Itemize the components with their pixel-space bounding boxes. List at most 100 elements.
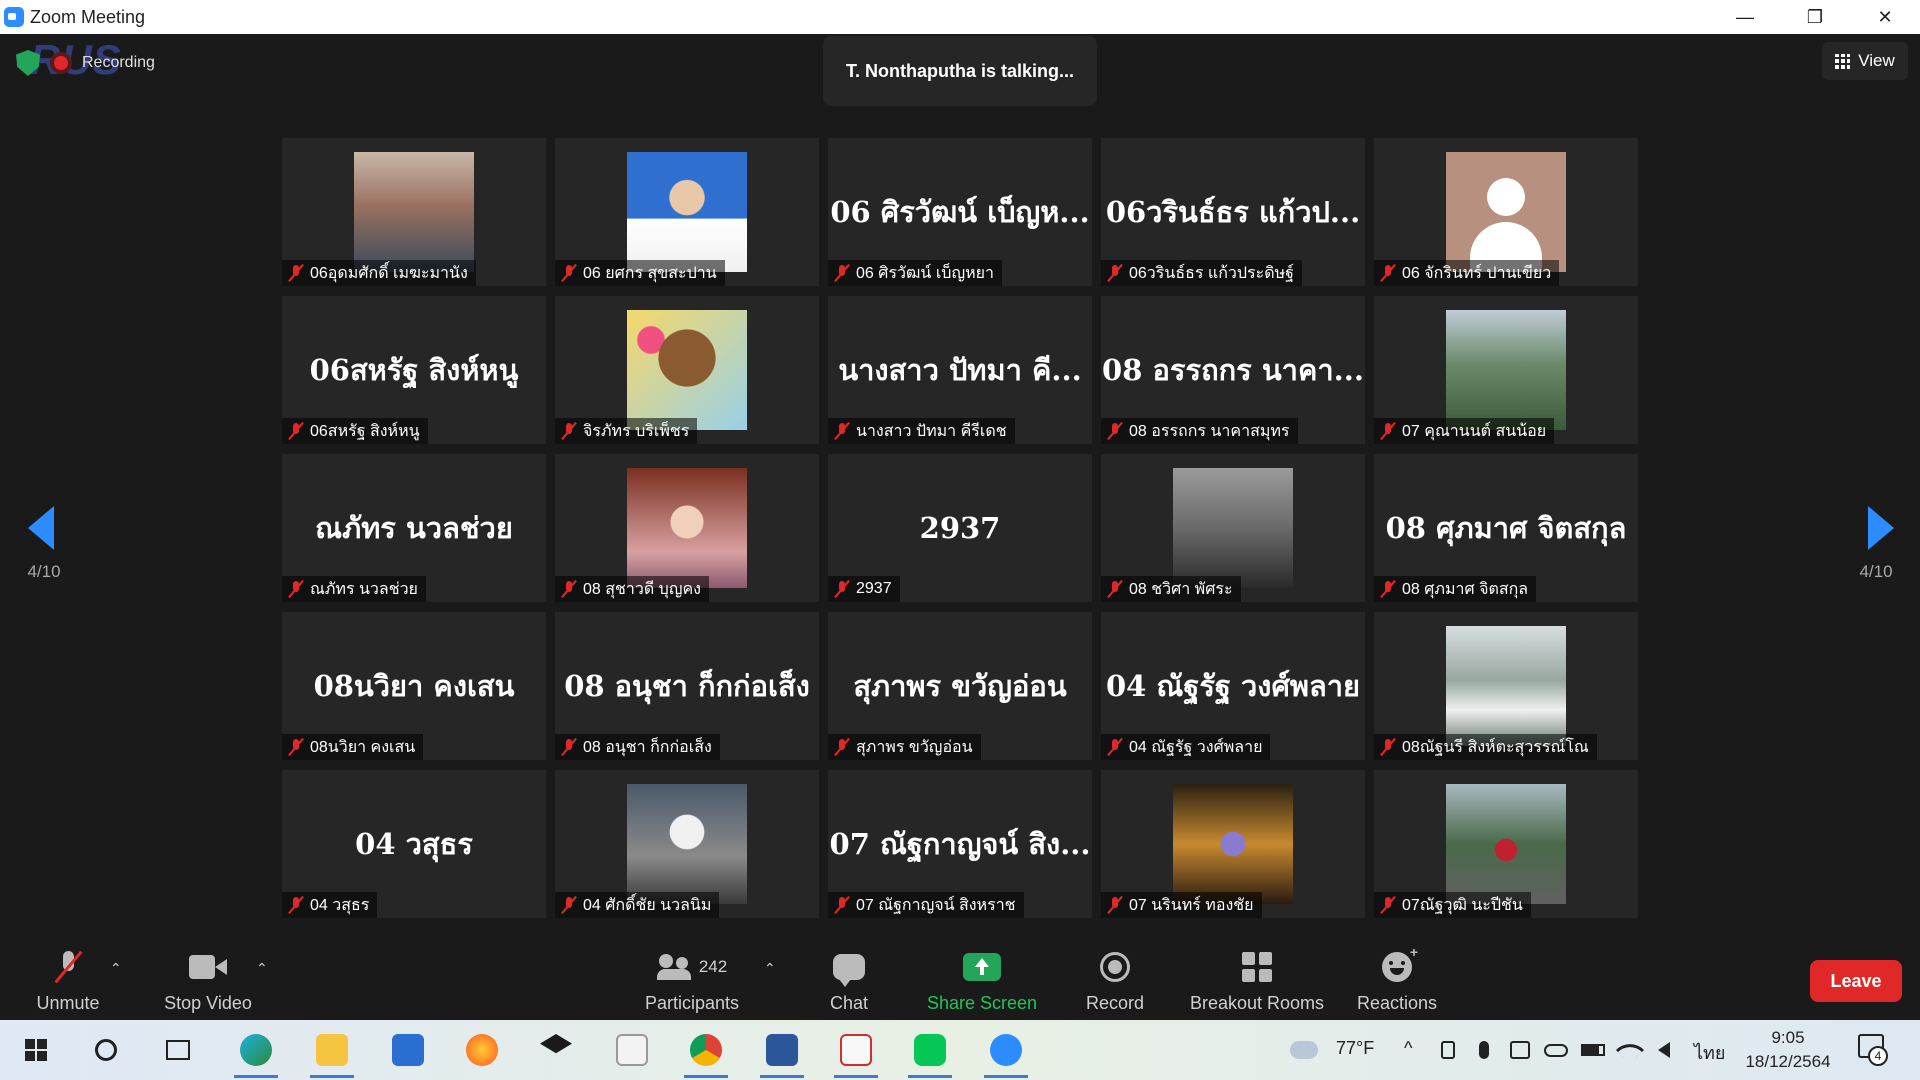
participant-tile[interactable]: 06 จักรินทร์ ปานเขียว [1374,138,1638,286]
chat-button[interactable]: Chat [818,942,880,1020]
participant-tile[interactable]: 07 ณัฐกาญจน์ สิง... 07 ณัฐกาญจน์ สิงหราช [828,770,1092,918]
participant-tile[interactable]: 08 สุชาวดี บุญคง [555,454,819,602]
onedrive-cloud-icon[interactable] [1542,1028,1570,1072]
participant-name: 08 ชวิศา พัศระ [1129,580,1233,598]
breakout-rooms-button[interactable]: Breakout Rooms [1182,942,1332,1020]
participant-tile[interactable]: ณภัทร นวลช่วย ณภัทร นวลช่วย [282,454,546,602]
participant-tile[interactable]: 08นวิยา คงเสน 08นวิยา คงเสน [282,612,546,760]
view-button[interactable]: View [1822,42,1908,80]
line-app-icon [914,1034,946,1066]
participant-tile[interactable]: 06อุดมศักดิ์ เมฆะมานัง [282,138,546,286]
record-button[interactable]: Record [1078,942,1152,1020]
share-screen-button[interactable]: Share Screen [922,942,1042,1020]
participant-tile[interactable]: 06 ศิรวัฒน์ เบ็ญห... 06 ศิรวัฒน์ เบ็ญหยา [828,138,1092,286]
minimize-button[interactable]: — [1710,0,1780,34]
microphone-tray-icon[interactable] [1472,1028,1496,1072]
taskbar-word[interactable] [760,1028,804,1078]
participant-tile[interactable]: 06วรินธ์ธร แก้วป... 06วรินธ์ธร แก้วประดิษ… [1101,138,1365,286]
participants-options-caret-icon[interactable]: ⌃ [764,960,776,977]
taskbar-edge[interactable] [234,1028,278,1078]
page-indicator-left: 4/10 [27,562,61,581]
participant-tile[interactable]: 07 นรินทร์ ทองชัย [1101,770,1365,918]
windows-start-icon [25,1039,47,1061]
taskbar-zoom[interactable] [984,1028,1028,1078]
participant-name: 04 ศักดิ์ชัย นวลนิม [583,896,712,914]
audio-options-caret-icon[interactable]: ⌃ [110,960,122,977]
participant-name: 06 ศิรวัฒน์ เบ็ญหยา [856,264,994,282]
wifi-icon[interactable] [1615,1028,1645,1072]
taskbar-firefox[interactable] [460,1028,504,1072]
taskbar-line[interactable] [908,1028,952,1078]
taskbar-chrome[interactable] [684,1028,728,1078]
participant-name-bar: 07ณัฐวุฒิ นะปีชัน [1374,892,1531,918]
task-view-button[interactable] [156,1028,200,1072]
taskbar-file-explorer[interactable] [310,1028,354,1078]
participant-tile[interactable]: 07ณัฐวุฒิ นะปีชัน [1374,770,1638,918]
participant-tile[interactable]: 04 วสุธร 04 วสุธร [282,770,546,918]
video-options-caret-icon[interactable]: ⌃ [256,960,268,977]
participant-tile[interactable]: 06สหรัฐ สิงห์หนู 06สหรัฐ สิงห์หนู [282,296,546,444]
participant-name: สุภาพร ขวัญอ่อน [856,738,973,756]
taskbar-amazon[interactable] [610,1028,654,1072]
participant-tile[interactable]: 06 ยศกร สุขสะปาน [555,138,819,286]
input-language[interactable]: ไทย [1694,1038,1725,1067]
taskbar-dropbox[interactable] [534,1028,578,1072]
restore-button[interactable]: ❐ [1780,0,1850,34]
close-button[interactable]: ✕ [1850,0,1920,34]
participants-button[interactable]: 242 Participants [634,942,750,1020]
start-button[interactable] [14,1028,58,1072]
participant-name-bar: 04 ศักดิ์ชัย นวลนิม [555,892,720,918]
participants-label: Participants [644,993,740,1013]
participant-tile[interactable]: 07 คุณานนต์ สนน้อย [1374,296,1638,444]
unmute-button[interactable]: Unmute [20,942,116,1020]
stop-video-button[interactable]: Stop Video [154,942,262,1020]
participant-name: 04 วสุธร [310,896,370,914]
volume-icon[interactable] [1650,1028,1678,1072]
participant-name: 08 ศุภมาศ จิตสกุล [1402,580,1529,598]
participant-tile[interactable]: 2937 2937 [828,454,1092,602]
participants-icon [656,954,693,980]
participant-video [1173,468,1293,588]
participant-name-bar: นางสาว ปัทมา คีรีเดช [828,418,1015,444]
participant-tile[interactable]: จิรภัทร บริเพ็ชร [555,296,819,444]
weather-icon[interactable] [1286,1028,1322,1072]
participant-name-bar: 04 วสุธร [282,892,378,918]
participant-tile[interactable]: 08 ศุภมาศ จิตสกุล 08 ศุภมาศ จิตสกุล [1374,454,1638,602]
search-icon [95,1039,117,1061]
participant-tile[interactable]: 08ณัฐนรี สิงห์ตะสุวรรณ์โณ [1374,612,1638,760]
next-page-arrow-icon[interactable] [1868,506,1894,550]
participant-video [627,468,747,588]
taskbar-clock[interactable]: 9:05 18/12/2564 [1742,1026,1834,1074]
participant-name: 08 อนุชา ก็กก่อเส็ง [583,738,712,756]
battery-icon[interactable] [1578,1028,1608,1072]
participant-name-bar: 06สหรัฐ สิงห์หนู [282,418,428,444]
previous-page-arrow-icon[interactable] [28,506,54,550]
participant-name: 07 คุณานนต์ สนน้อย [1402,422,1547,440]
participant-tile[interactable]: 04 ศักดิ์ชัย นวลนิม [555,770,819,918]
participant-video [627,784,747,904]
microphone-muted-icon [561,264,577,282]
security-shield-icon[interactable] [16,50,40,76]
microphone-muted-icon [1380,264,1396,282]
participant-tile[interactable]: 08 ชวิศา พัศระ [1101,454,1365,602]
taskbar-acrobat[interactable] [834,1028,878,1078]
reactions-button[interactable]: + Reactions [1352,942,1442,1020]
leave-button[interactable]: Leave [1810,960,1902,1002]
participant-tile[interactable]: 08 อรรถกร นาคา... 08 อรรถกร นาคาสมุทร [1101,296,1365,444]
taskbar-mail[interactable] [386,1028,430,1072]
pen-workspace-icon[interactable] [1506,1028,1534,1072]
search-button[interactable] [84,1028,128,1072]
participant-tile[interactable]: 08 อนุชา ก็กก่อเส็ง 08 อนุชา ก็กก่อเส็ง [555,612,819,760]
participant-video [1446,626,1566,746]
participant-tile[interactable]: นางสาว ปัทมา คี... นางสาว ปัทมา คีรีเดช [828,296,1092,444]
participant-name-bar: 08 อรรถกร นาคาสมุทร [1101,418,1298,444]
window-title: Zoom Meeting [30,6,146,27]
microphone-muted-icon [834,738,850,756]
meet-now-icon[interactable] [1436,1028,1460,1072]
tray-overflow-caret-icon[interactable]: ^ [1404,1038,1412,1059]
participant-video [627,152,747,272]
participant-tile[interactable]: สุภาพร ขวัญอ่อน สุภาพร ขวัญอ่อน [828,612,1092,760]
microphone-muted-icon [1380,422,1396,440]
participant-tile[interactable]: 04 ณัฐรัฐ วงศ์พลาย 04 ณัฐรัฐ วงศ์พลาย [1101,612,1365,760]
microphone-muted-icon [1380,896,1396,914]
